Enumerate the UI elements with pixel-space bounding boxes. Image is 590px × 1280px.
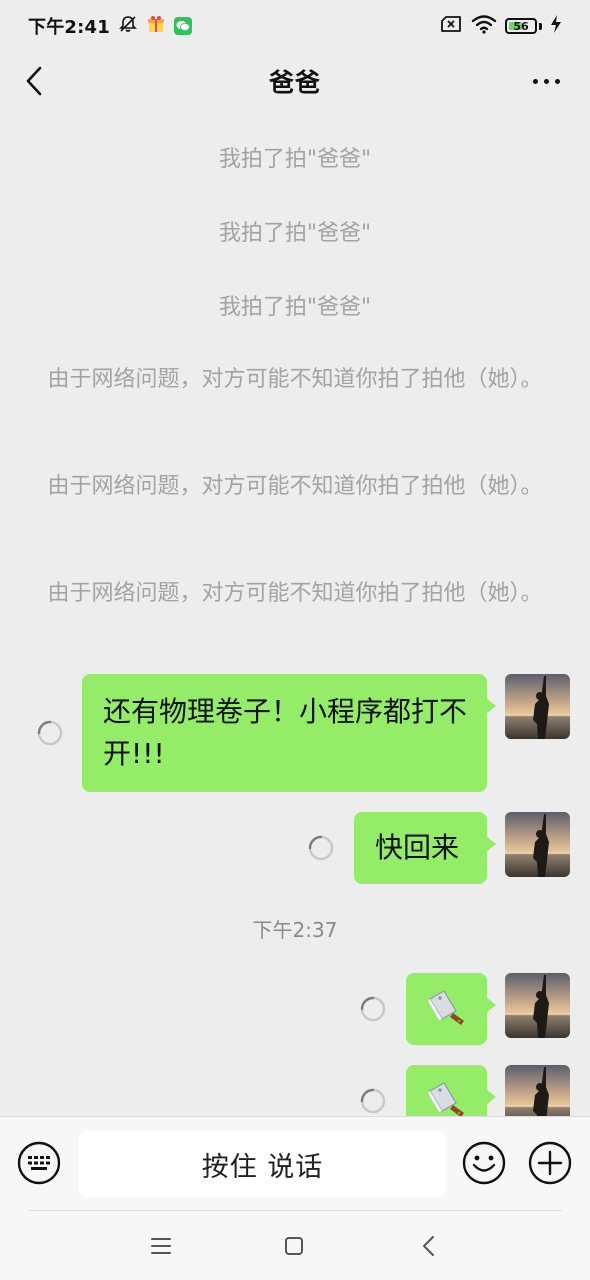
plus-icon <box>528 1141 572 1185</box>
chat-area[interactable]: 我拍了拍"爸爸" 我拍了拍"爸爸" 我拍了拍"爸爸" 由于网络问题，对方可能不知… <box>0 110 590 1116</box>
recents-button[interactable] <box>147 1232 175 1260</box>
keyboard-button[interactable] <box>17 1141 61 1185</box>
kitchen-knife-emoji <box>428 990 464 1025</box>
status-right: 56 <box>439 14 562 39</box>
avatar[interactable] <box>505 1065 570 1116</box>
hold-to-talk-button[interactable]: 按住 说话 <box>79 1131 446 1197</box>
system-message: 我拍了拍"爸爸" <box>218 147 372 172</box>
message-bubble[interactable]: 快回来 <box>354 812 496 884</box>
more-functions-button[interactable] <box>528 1141 572 1185</box>
sim-off-icon <box>439 14 463 39</box>
sending-spinner-icon <box>360 996 386 1022</box>
back-icon <box>423 1236 434 1256</box>
status-time: 下午2:41 <box>28 17 110 38</box>
sending-spinner-icon <box>308 835 334 861</box>
battery-cap <box>539 22 542 30</box>
avatar-photo <box>505 973 570 1038</box>
avatar[interactable] <box>505 973 570 1038</box>
emoji-message-bubble[interactable] <box>406 973 496 1045</box>
emoji-button[interactable] <box>462 1141 506 1185</box>
battery-icon: 56 <box>505 18 542 34</box>
input-bar: 按住 说话 <box>0 1116 590 1210</box>
home-button[interactable] <box>280 1232 308 1260</box>
avatar-photo <box>505 1065 570 1116</box>
chat-title: 爸爸 <box>268 68 321 97</box>
battery-level: 56 <box>513 19 529 33</box>
nav-divider <box>28 1210 562 1211</box>
message-text: 快回来 <box>375 831 460 864</box>
message-timestamp: 下午2:37 <box>252 918 338 942</box>
emoji-message-bubble[interactable] <box>406 1065 496 1116</box>
avatar[interactable] <box>505 674 570 739</box>
hold-to-talk-label: 按住 说话 <box>201 1151 324 1183</box>
more-icon-dot <box>532 78 538 84</box>
system-back-button[interactable] <box>415 1232 443 1260</box>
avatar-photo <box>505 674 570 739</box>
charging-icon <box>550 14 562 39</box>
system-nav-bar <box>0 1210 590 1280</box>
bell-off-icon <box>118 14 138 39</box>
sending-spinner-icon <box>37 720 63 746</box>
wifi-icon <box>471 14 497 39</box>
emoji-icon <box>462 1141 506 1185</box>
gift-app-icon <box>146 14 166 39</box>
keyboard-icon <box>17 1141 61 1185</box>
wechat-icon <box>173 17 192 35</box>
more-button[interactable] <box>526 64 566 98</box>
avatar-photo <box>505 812 570 877</box>
status-left: 下午2:41 <box>28 13 192 39</box>
message-text: 还有物理卷子！小程序都打不开!!! <box>103 695 468 770</box>
sending-spinner-icon <box>360 1088 386 1114</box>
system-message: 我拍了拍"爸爸" <box>218 295 372 320</box>
message-bubble[interactable]: 还有物理卷子！小程序都打不开!!! <box>82 674 496 792</box>
more-icon-dot <box>554 78 560 84</box>
system-message: 由于网络问题，对方可能不知道你拍了拍他（她）。 <box>47 474 543 499</box>
home-icon <box>285 1237 303 1255</box>
back-button[interactable] <box>16 62 52 100</box>
system-message: 我拍了拍"爸爸" <box>218 221 372 246</box>
status-bar: 下午2:41 56 <box>0 0 590 52</box>
system-message: 由于网络问题，对方可能不知道你拍了拍他（她）。 <box>47 581 543 606</box>
back-arrow-icon <box>26 66 42 96</box>
more-icon-dot <box>543 78 549 84</box>
system-message: 由于网络问题，对方可能不知道你拍了拍他（她）。 <box>47 367 543 392</box>
kitchen-knife-emoji <box>428 1082 464 1116</box>
chat-header: 爸爸 <box>0 52 590 110</box>
avatar[interactable] <box>505 812 570 877</box>
battery-body: 56 <box>505 18 537 34</box>
menu-icon <box>151 1238 171 1254</box>
